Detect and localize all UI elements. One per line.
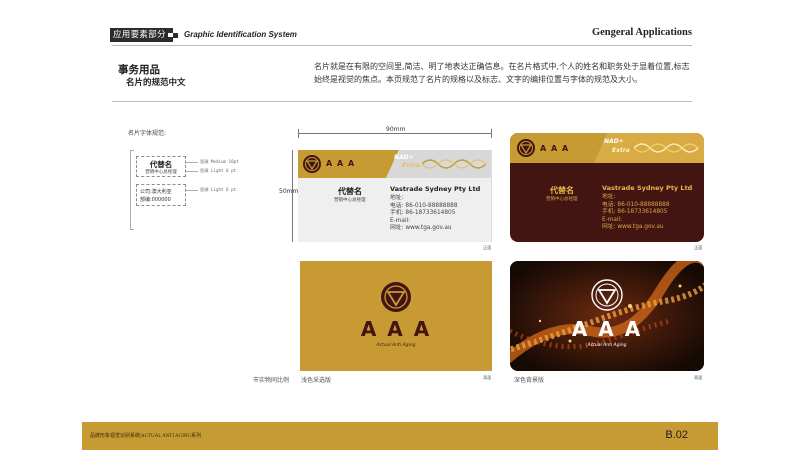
nad-label: NAD+	[394, 154, 414, 161]
card-title: 营销中心总经理	[546, 197, 578, 202]
logo-wordmark: A A A	[540, 144, 570, 153]
back-note: 背面	[694, 375, 703, 380]
wordmark-tagline: Actual Anti Aging	[587, 343, 627, 348]
card-name: 代替名	[550, 186, 574, 195]
logo-emblem-icon	[517, 139, 535, 157]
large-wordmark: A A A	[360, 317, 432, 341]
pixel-decoration	[168, 37, 173, 42]
wordmark-tagline: Actual Anti Aging	[376, 343, 416, 348]
section-subtitle: 名片的规范中文	[126, 78, 186, 88]
section-description: 名片就是在有限的空间里,简洁、明了地表达正确信息。在名片格式中,个人的姓名和职务…	[314, 62, 690, 84]
pixel-decoration	[173, 33, 178, 38]
card-title: 营销中心总经理	[334, 198, 366, 203]
bracket-line	[130, 229, 134, 230]
dimension-tick	[298, 129, 299, 138]
section-divider	[112, 101, 692, 102]
connector-line	[186, 162, 198, 163]
logo-wordmark: A A A	[326, 159, 356, 168]
card-address: 地址:	[390, 195, 404, 201]
card-web: 网址: www.tga.gov.au	[602, 224, 664, 230]
seal-emblem-icon	[381, 282, 411, 312]
card-back-photo: A A A Actual Anti Aging	[510, 261, 704, 371]
seal-emblem-icon	[591, 279, 623, 311]
font-spec-light-info: 思源 Light 6 pt	[200, 187, 237, 192]
dna-helix-icon	[422, 159, 487, 169]
height-dimension-line	[292, 150, 293, 242]
dark-version-label: 深色背景版	[514, 377, 545, 384]
sample-title: 营销中心总经理	[145, 170, 177, 175]
dna-helix-icon	[634, 143, 699, 153]
bracket-line	[130, 150, 134, 151]
header-divider	[112, 45, 692, 46]
light-version-label: 浅色采选版	[301, 377, 332, 384]
footer-bar: 品牌形象视觉识别系统|ACTUAL ANTI AGING系列 B.02	[82, 422, 718, 450]
card-mobile: 手机: 86-18733614805	[602, 209, 668, 215]
card-phone: 电话: 86-010-88888888	[390, 202, 458, 209]
card-back-gold: A A A Actual Anti Aging	[300, 261, 492, 371]
footer-text: 品牌形象视觉识别系统|ACTUAL ANTI AGING系列	[90, 434, 202, 439]
bracket-line	[130, 150, 131, 230]
connector-line	[186, 190, 198, 191]
font-spec-light: 思源 Light 6 pt	[200, 168, 237, 173]
logo-emblem-icon	[303, 155, 321, 173]
width-dimension: 90mm	[386, 126, 406, 133]
dimension-tick	[491, 129, 492, 138]
connector-line	[186, 171, 198, 172]
dna-photo-illustration	[510, 261, 704, 371]
info-spec-box: 公司:澳大利亚 部编:000000	[136, 184, 186, 206]
card-phone: 电话: 86-010-88888888	[602, 201, 670, 208]
card-name: 代替名	[338, 187, 362, 196]
card-contact-info: 地址: 电话: 86-010-88888888 手机: 86-187336148…	[602, 194, 670, 232]
name-spec-box: 代替名 营销中心总经理	[136, 156, 186, 177]
font-spec-label: 名片字体规范:	[128, 130, 167, 137]
card-mobile: 手机: 86-18733614805	[390, 210, 456, 216]
front-note: 正面	[694, 245, 703, 250]
extra-label: Extra	[402, 162, 420, 169]
card-email: E-mail:	[390, 217, 411, 224]
page-number: B.02	[665, 429, 688, 441]
section-tag: 应用要素部分	[110, 28, 168, 42]
sample-dept: 部编:000000	[140, 197, 171, 203]
back-note: 背面	[483, 375, 492, 380]
card-web: 网址: www.tga.gov.au	[390, 225, 452, 231]
sample-company: 公司:澳大利亚	[140, 189, 172, 195]
system-title: Graphic Identification System	[184, 30, 297, 39]
front-note: 正面	[483, 245, 492, 250]
card-company: Vastrade Sydney Pty Ltd	[390, 185, 481, 193]
extra-label: Extra	[612, 147, 630, 154]
card-front-dark: A A A NAD+ Extra 代替名 营销中心总经理 Vastrade Sy…	[510, 133, 704, 242]
scale-label: 市实物同比例	[253, 377, 290, 384]
large-wordmark: A A A	[571, 317, 643, 341]
font-spec-medium: 思源 Medium 10pt	[200, 159, 239, 164]
card-front-light: A A A NAD+ Extra 代替名 营销中心总经理 Vastrade Sy…	[298, 150, 492, 242]
card-email: E-mail:	[602, 216, 623, 223]
card-contact-info: 地址: 电话: 86-010-88888888 手机: 86-187336148…	[390, 195, 458, 233]
nad-label: NAD+	[604, 138, 624, 145]
width-dimension-line	[298, 133, 492, 134]
applications-title: Gengeral Applications	[591, 27, 692, 38]
card-address: 地址:	[602, 194, 616, 200]
section-title: 事务用品	[118, 64, 160, 76]
height-dimension: 50mm	[279, 188, 299, 195]
card-company: Vastrade Sydney Pty Ltd	[602, 184, 693, 192]
